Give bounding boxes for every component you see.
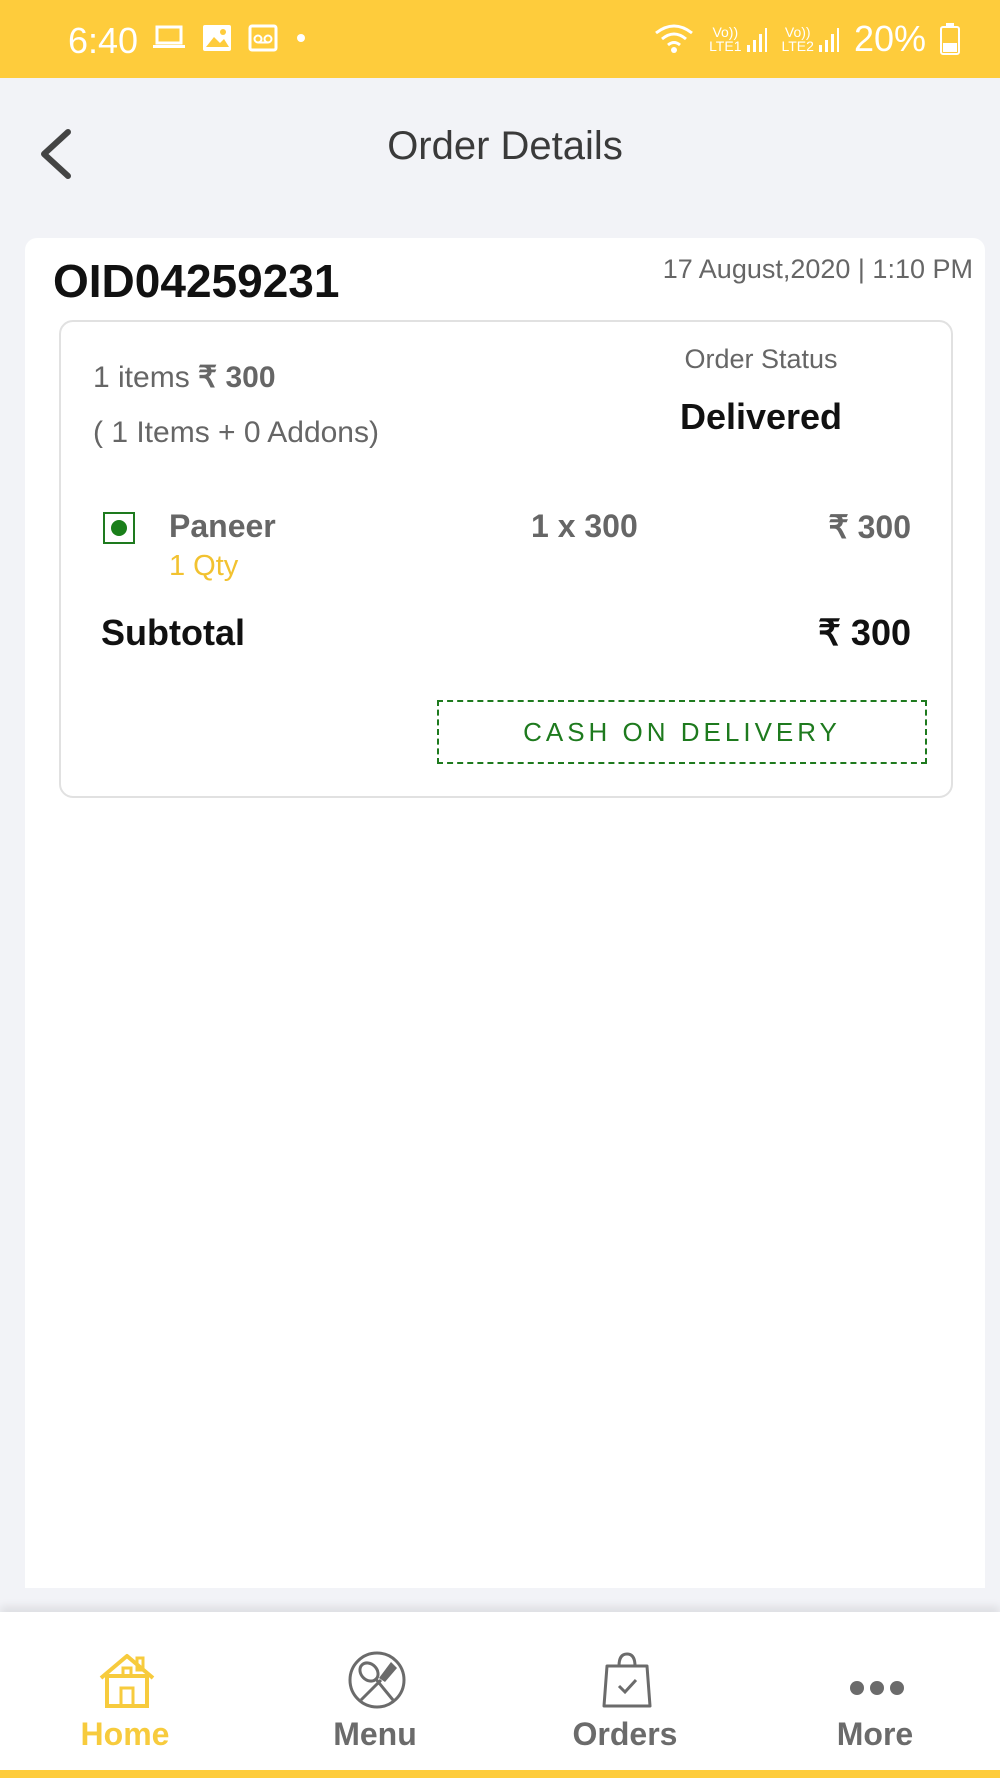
volte-label-2: Vo)): [784, 24, 811, 40]
sim1-indicator: Vo)) LTE1: [709, 25, 767, 53]
status-bar: 6:40 Vo)) LTE1 Vo)) LTE2 20%: [0, 0, 1000, 78]
orders-icon: [602, 1652, 652, 1708]
item-name: Paneer: [169, 508, 276, 544]
item-calc: 1 x 300: [531, 508, 638, 544]
signal-icon: [746, 28, 767, 52]
menu-icon: [348, 1651, 406, 1709]
bottom-accent-strip: [0, 1770, 1000, 1778]
order-summary-box: 1 items ₹ 300 ( 1 Items + 0 Addons) Orde…: [59, 320, 953, 798]
nav-orders[interactable]: Orders: [500, 1612, 750, 1770]
notification-icons: [152, 24, 308, 52]
image-icon: [203, 25, 231, 51]
veg-indicator-icon: [103, 512, 135, 544]
battery-percent: 20%: [853, 18, 926, 59]
laptop-icon: [153, 25, 185, 48]
wifi-icon: [655, 24, 693, 53]
order-id: OID04259231: [53, 255, 340, 307]
signal-icon: [818, 28, 839, 52]
subtotal-value: ₹ 300: [818, 612, 911, 653]
bottom-nav: Home Menu Orders More: [0, 1612, 1000, 1770]
order-datetime: 17 August,2020 | 1:10 PM: [662, 254, 973, 284]
nav-more[interactable]: More: [750, 1612, 1000, 1770]
order-card: OID04259231 17 August,2020 | 1:10 PM 1 i…: [25, 238, 985, 1588]
sim2-label: LTE2: [781, 38, 814, 54]
battery-icon: [940, 23, 960, 55]
order-status-label: Order Status: [684, 344, 838, 374]
dot-icon: [297, 34, 305, 42]
item-price: ₹ 300: [828, 509, 911, 545]
items-summary: 1 items ₹ 300: [93, 360, 276, 395]
items-total: ₹ 300: [198, 361, 276, 394]
subtotal-label: Subtotal: [101, 612, 245, 653]
sim2-indicator: Vo)) LTE2: [782, 25, 840, 53]
addons-summary: ( 1 Items + 0 Addons): [93, 416, 379, 449]
payment-method-badge: CASH ON DELIVERY: [437, 700, 927, 764]
home-icon: [99, 1654, 155, 1708]
sim1-label: LTE1: [709, 38, 742, 54]
page-title: Order Details: [387, 124, 623, 168]
nav-more-label: More: [836, 1716, 914, 1752]
nav-menu[interactable]: Menu: [250, 1612, 500, 1770]
nav-home[interactable]: Home: [0, 1612, 250, 1770]
item-qty: 1 Qty: [169, 550, 239, 582]
voicemail-icon: [248, 24, 278, 52]
volte-label: Vo)): [712, 24, 739, 40]
items-count: 1 items: [93, 361, 190, 394]
system-icons: Vo)) LTE1 Vo)) LTE2 20%: [653, 18, 960, 60]
more-icon: [850, 1681, 904, 1695]
app-header: Order Details: [0, 78, 1000, 228]
status-time: 6:40: [68, 20, 139, 61]
nav-orders-label: Orders: [572, 1716, 678, 1752]
order-status-value: Delivered: [679, 396, 843, 437]
nav-home-label: Home: [80, 1716, 170, 1752]
nav-menu-label: Menu: [333, 1716, 417, 1752]
